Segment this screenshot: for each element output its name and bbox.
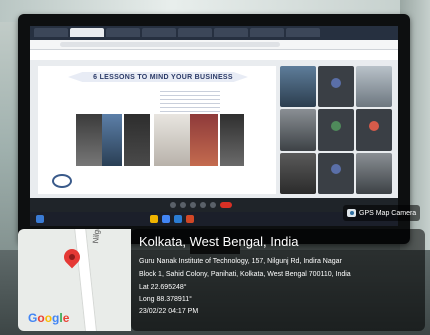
browser-icon xyxy=(162,215,170,223)
slide-image xyxy=(154,114,190,166)
monitor-screen: 6 LESSONS TO MIND YOUR BUSINESS xyxy=(30,26,398,226)
mic-icon xyxy=(170,202,176,208)
participant-tile xyxy=(356,152,392,194)
powerpoint-icon xyxy=(186,215,194,223)
participant-tile xyxy=(280,66,316,108)
presentation-slide: 6 LESSONS TO MIND YOUR BUSINESS xyxy=(38,66,276,194)
map-thumbnail: Nilgunj Rd Google xyxy=(18,229,131,331)
camera-icon xyxy=(347,209,356,217)
present-icon xyxy=(200,202,206,208)
slide-image xyxy=(190,114,218,166)
browser-tab xyxy=(106,28,140,37)
participant-grid xyxy=(280,66,392,194)
road-label: Nilgunj Rd xyxy=(91,229,104,244)
browser-tab xyxy=(70,28,104,37)
browser-tab xyxy=(214,28,248,37)
browser-tab-strip xyxy=(30,26,398,40)
avatar xyxy=(331,77,341,88)
participant-tile xyxy=(280,109,316,151)
meeting-header xyxy=(30,50,398,60)
browser-tab xyxy=(142,28,176,37)
end-call-icon xyxy=(220,202,232,208)
folder-icon xyxy=(150,215,158,223)
camera-toggle-icon xyxy=(180,202,186,208)
browser-tab xyxy=(250,28,284,37)
google-logo: Google xyxy=(28,311,70,325)
road xyxy=(73,229,99,331)
slide-logo xyxy=(52,174,72,188)
gps-map-camera-badge: GPS Map Camera xyxy=(343,205,421,221)
longitude: Long 88.378911° xyxy=(139,296,192,303)
address-line-2: Block 1, Sahid Colony, Panihati, Kolkata… xyxy=(139,271,351,278)
slide-image xyxy=(124,114,150,166)
participant-tile xyxy=(318,109,354,151)
slide-image xyxy=(76,114,102,166)
slide-image xyxy=(220,114,244,166)
slide-title: 6 LESSONS TO MIND YOUR BUSINESS xyxy=(93,74,233,81)
avatar xyxy=(331,164,341,175)
participant-tile xyxy=(356,66,392,108)
browser-tab xyxy=(286,28,320,37)
avatar xyxy=(331,120,341,131)
more-icon xyxy=(210,202,216,208)
latitude: Lat 22.695248° xyxy=(139,284,187,291)
address-field xyxy=(60,42,280,47)
datetime: 23/02/22 04:17 PM xyxy=(139,308,199,315)
participant-tile xyxy=(318,66,354,108)
browser-tab xyxy=(178,28,212,37)
captions-icon xyxy=(190,202,196,208)
address-line-1: Guru Nanak Institute of Technology, 157,… xyxy=(139,258,342,265)
word-icon xyxy=(174,215,182,223)
address-bar xyxy=(30,40,398,50)
slide-text-lines xyxy=(160,88,220,112)
participant-tile xyxy=(280,152,316,194)
start-icon xyxy=(36,215,44,223)
slide-image xyxy=(102,114,122,166)
browser-tab xyxy=(34,28,68,37)
participant-tile xyxy=(356,109,392,151)
participant-tile xyxy=(318,152,354,194)
badge-label: GPS Map Camera xyxy=(359,209,417,217)
location-title: Kolkata, West Bengal, India xyxy=(139,234,299,249)
avatar xyxy=(369,120,379,131)
